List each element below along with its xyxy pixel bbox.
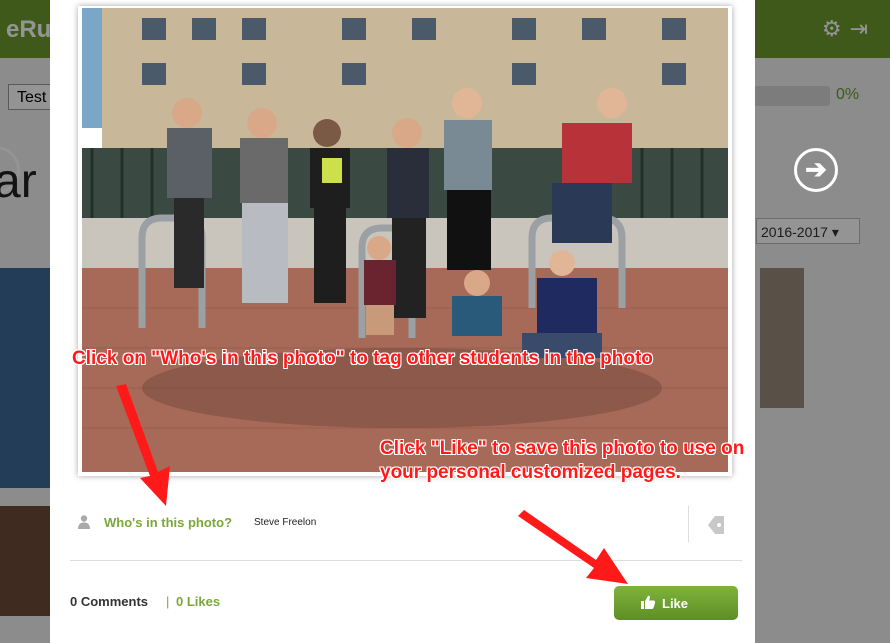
annotation-arrows: [116, 384, 628, 584]
annotation-like-instruction-line1: Click "Like" to save this photo to use o…: [380, 438, 745, 459]
annotation-like-instruction-line2: your personal customized pages.: [380, 462, 681, 483]
annotation-tag-instruction: Click on "Who's in this photo" to tag ot…: [72, 348, 653, 369]
